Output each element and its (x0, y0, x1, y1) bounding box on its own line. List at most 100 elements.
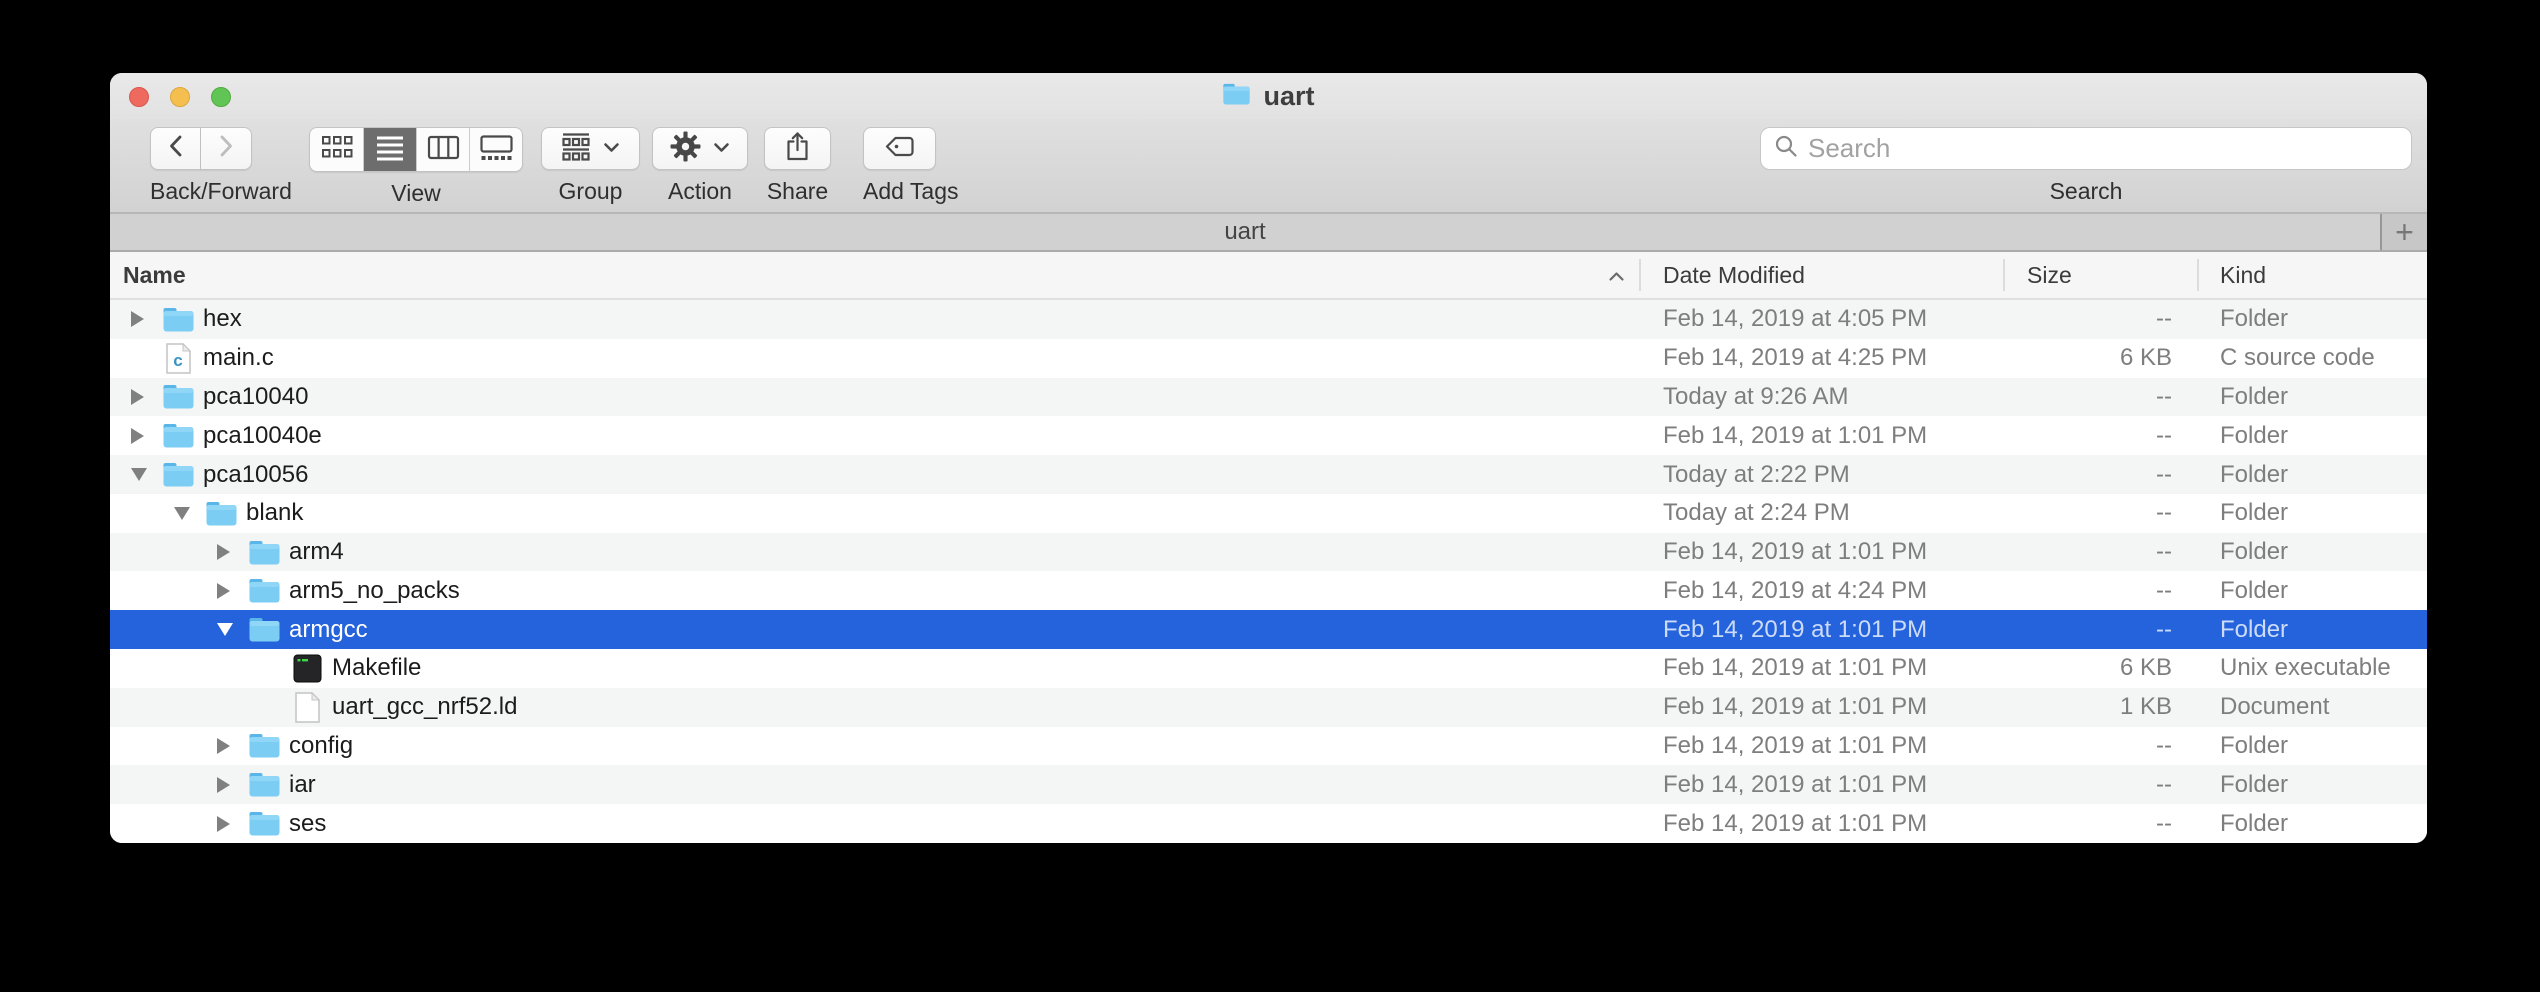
disclosure-triangle[interactable] (217, 583, 230, 599)
folder-icon (248, 539, 281, 566)
column-divider[interactable] (2197, 259, 2199, 291)
size-cell: 6 KB (1872, 649, 2172, 688)
size-cell: -- (1872, 494, 2172, 533)
name-cell: arm4 (110, 533, 344, 572)
file-row-uart_gcc_nrf52.ld[interactable]: uart_gcc_nrf52.ld Feb 14, 2019 at 1:01 P… (110, 688, 2427, 727)
search-group: Search Search (1760, 127, 2412, 205)
file-row-config[interactable]: config Feb 14, 2019 at 1:01 PM -- Folder (110, 727, 2427, 766)
column-view-button[interactable] (416, 128, 469, 171)
column-headers: Name Date Modified Size Kind (110, 252, 2427, 300)
file-row-ses[interactable]: ses Feb 14, 2019 at 1:01 PM -- Folder (110, 804, 2427, 843)
executable-icon (291, 654, 324, 683)
share-icon (784, 131, 811, 167)
name-cell: pca10056 (110, 455, 308, 494)
file-row-blank[interactable]: blank Today at 2:24 PM -- Folder (110, 494, 2427, 533)
new-tab-button[interactable]: + (2380, 214, 2427, 250)
disclosure-triangle[interactable] (131, 468, 147, 481)
column-header-name[interactable]: Name (123, 252, 186, 298)
disclosure-triangle[interactable] (217, 777, 230, 793)
date-modified-cell: Today at 2:22 PM (1663, 455, 1850, 494)
disclosure-triangle[interactable] (217, 623, 233, 636)
column-view-icon (427, 134, 460, 166)
title-bar[interactable]: uart (110, 73, 2427, 119)
folder-icon (205, 500, 238, 527)
size-cell: -- (1872, 610, 2172, 649)
plus-icon: + (2395, 216, 2414, 248)
file-row-pca10040e[interactable]: pca10040e Feb 14, 2019 at 1:01 PM -- Fol… (110, 416, 2427, 455)
file-row-pca10040[interactable]: pca10040 Today at 9:26 AM -- Folder (110, 378, 2427, 417)
size-cell: -- (1872, 300, 2172, 339)
chevron-down-icon (603, 140, 620, 158)
file-row-pca10056[interactable]: pca10056 Today at 2:22 PM -- Folder (110, 455, 2427, 494)
finder-window: uart Back/Forward View (110, 73, 2427, 843)
column-header-date-modified[interactable]: Date Modified (1663, 252, 1805, 298)
tab-uart[interactable]: uart (110, 214, 2380, 250)
file-row-main.c[interactable]: c main.c Feb 14, 2019 at 4:25 PM 6 KB C … (110, 339, 2427, 378)
icon-view-button[interactable] (310, 128, 363, 171)
forward-button[interactable] (201, 127, 252, 170)
disclosure-triangle[interactable] (131, 311, 144, 327)
file-name: hex (203, 305, 242, 333)
list-view-button[interactable] (363, 128, 416, 171)
disclosure-triangle[interactable] (174, 507, 190, 520)
file-row-Makefile[interactable]: Makefile Feb 14, 2019 at 1:01 PM 6 KB Un… (110, 649, 2427, 688)
tab-title: uart (1224, 218, 1265, 246)
column-divider[interactable] (1639, 259, 1641, 291)
file-name: iar (289, 771, 316, 799)
sort-ascending-icon (1607, 262, 1626, 289)
search-input[interactable]: Search (1760, 127, 2412, 170)
add-tags-group: Add Tags (863, 127, 936, 205)
gallery-view-button[interactable] (469, 128, 522, 171)
toolbar: Back/Forward View Group Action (110, 119, 2427, 214)
folder-icon (162, 422, 195, 449)
folder-icon (248, 810, 281, 837)
name-cell: pca10040 (110, 378, 308, 417)
kind-cell: Document (2220, 688, 2329, 727)
folder-icon (248, 616, 281, 643)
size-cell: 1 KB (1872, 688, 2172, 727)
back-forward-group: Back/Forward (150, 127, 252, 205)
back-button[interactable] (150, 127, 201, 170)
file-row-arm4[interactable]: arm4 Feb 14, 2019 at 1:01 PM -- Folder (110, 533, 2427, 572)
size-cell: -- (1872, 765, 2172, 804)
name-cell: arm5_no_packs (110, 571, 460, 610)
size-cell: -- (1872, 378, 2172, 417)
file-row-arm5_no_packs[interactable]: arm5_no_packs Feb 14, 2019 at 4:24 PM --… (110, 571, 2427, 610)
name-cell: hex (110, 300, 242, 339)
document-icon (291, 692, 324, 723)
kind-cell: Folder (2220, 804, 2288, 843)
file-row-hex[interactable]: hex Feb 14, 2019 at 4:05 PM -- Folder (110, 300, 2427, 339)
group-button[interactable] (541, 127, 640, 170)
name-cell: armgcc (110, 610, 368, 649)
action-label: Action (652, 178, 748, 205)
disclosure-triangle[interactable] (131, 428, 144, 444)
file-row-iar[interactable]: iar Feb 14, 2019 at 1:01 PM -- Folder (110, 765, 2427, 804)
disclosure-triangle[interactable] (217, 544, 230, 560)
file-row-armgcc[interactable]: armgcc Feb 14, 2019 at 1:01 PM -- Folder (110, 610, 2427, 649)
share-label: Share (764, 178, 831, 205)
search-icon (1773, 133, 1800, 165)
chevron-down-icon (713, 140, 730, 158)
kind-cell: Folder (2220, 765, 2288, 804)
disclosure-triangle[interactable] (217, 738, 230, 754)
size-cell: -- (1872, 533, 2172, 572)
disclosure-triangle[interactable] (131, 389, 144, 405)
file-list: hex Feb 14, 2019 at 4:05 PM -- Folder c … (110, 300, 2427, 843)
chevron-right-icon (215, 132, 237, 165)
column-header-kind[interactable]: Kind (2220, 252, 2266, 298)
action-button[interactable] (652, 127, 748, 170)
kind-cell: Folder (2220, 494, 2288, 533)
column-header-size[interactable]: Size (2027, 252, 2072, 298)
file-name: main.c (203, 344, 274, 372)
file-name: arm5_no_packs (289, 577, 460, 605)
disclosure-triangle[interactable] (217, 816, 230, 832)
group-label: Group (541, 178, 640, 205)
tag-icon (884, 135, 915, 163)
action-group: Action (652, 127, 748, 205)
share-button[interactable] (764, 127, 831, 170)
name-cell: c main.c (110, 339, 274, 378)
kind-cell: Folder (2220, 300, 2288, 339)
file-name: arm4 (289, 538, 344, 566)
add-tags-button[interactable] (863, 127, 936, 170)
column-divider[interactable] (2003, 259, 2005, 291)
